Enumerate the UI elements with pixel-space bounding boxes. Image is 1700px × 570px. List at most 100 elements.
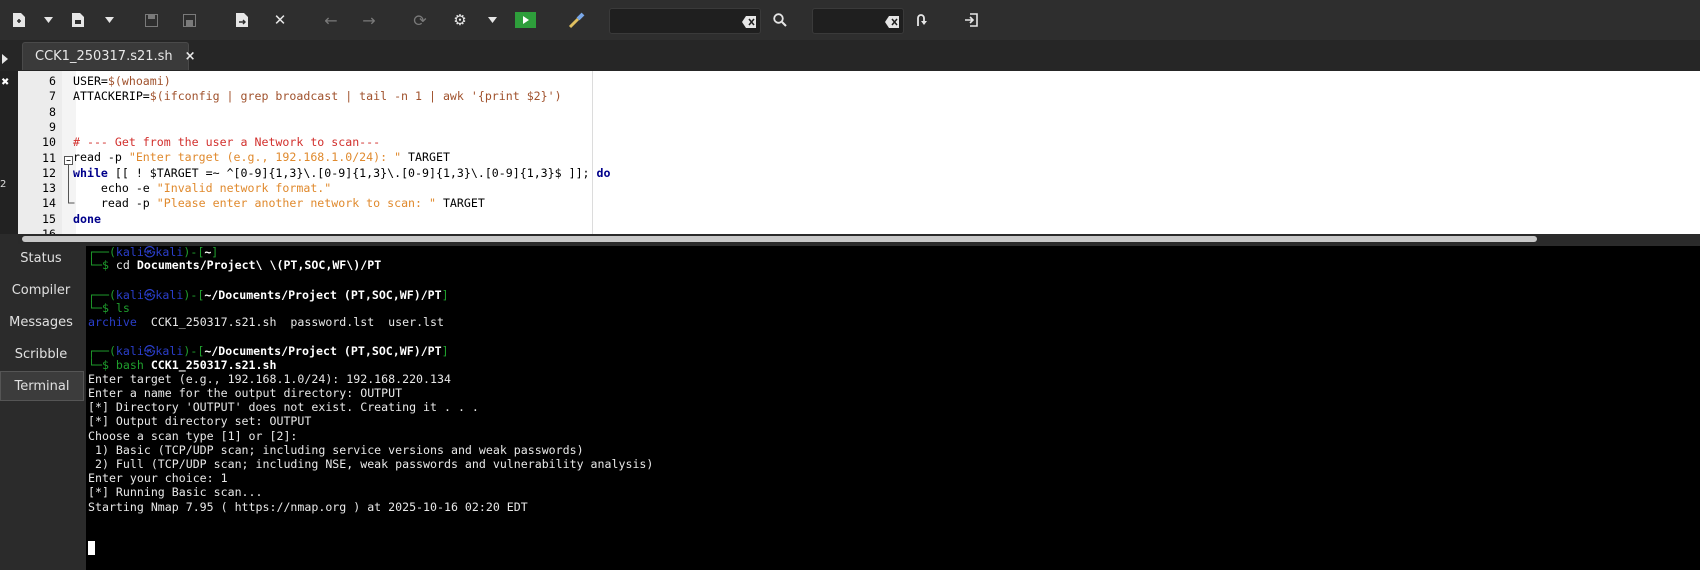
terminal-text: Starting Nmap 7.95 ( https://nmap.org ) … [88,499,528,514]
terminal-text: ls [115,300,130,315]
line-number: 12 [42,165,56,180]
terminal-line: 2) Full (TCP/UDP scan; including NSE, we… [88,457,653,471]
code-token: while [73,165,108,180]
code-token: "Enter target (e.g., 192.168.1.0/24): " [128,150,402,165]
reload-icon[interactable] [233,9,251,31]
toolbar: ✕ ← → ⟳ ⚙ [0,0,1700,41]
search-field[interactable] [609,8,761,34]
code-token: USER= [73,74,108,88]
forward-icon[interactable]: → [360,9,378,31]
refresh-icon[interactable]: ⟳ [411,9,429,31]
terminal-text: kali㉿kali [115,246,184,259]
tab-close-icon[interactable]: × [185,49,196,64]
tab-messages[interactable]: Messages [0,308,82,336]
search-input[interactable] [616,11,730,31]
code-line[interactable] [73,227,610,234]
terminal-text: └─$ [88,357,116,372]
terminal-text: ┌──( [88,344,116,359]
terminal-line: [*] Directory 'OUTPUT' does not exist. C… [88,400,479,414]
code-line[interactable] [73,120,610,135]
tab-label: CCK1_250317.s21.sh [35,49,173,64]
terminal-cursor [88,541,95,555]
code-token: # --- Get from the user a Network to sca… [73,135,381,150]
terminal-line: [*] Running Basic scan... [88,485,263,499]
gear-icon[interactable]: ⚙ [451,9,469,31]
terminal-line: └─$ bash CCK1_250317.s21.sh [88,358,276,372]
terminal-line: Enter target (e.g., 192.168.1.0/24): 192… [88,372,451,386]
code-token: do [596,165,611,180]
code-line[interactable]: # --- Get from the user a Network to sca… [73,135,610,150]
terminal-text: ] [211,246,219,259]
line-number: 9 [49,119,56,134]
code-line[interactable]: while [[ ! $TARGET =~ ^[0-9]{1,3}\.[0-9]… [73,166,610,181]
tab-file[interactable]: CCK1_250317.s21.sh × [22,42,196,70]
run-icon[interactable] [515,9,536,31]
sidebar-toggle-icon[interactable] [2,49,8,68]
terminal-text: kali㉿kali [115,344,184,359]
close-panel-icon[interactable]: ✖ [1,77,9,88]
open-file-icon[interactable] [69,9,87,31]
code-line[interactable] [73,105,610,120]
terminal-text: ~/Documents/Project (PT,SOC,WF)/PT [204,344,442,359]
code-line[interactable]: echo -e "Invalid network format." [73,181,610,196]
line-number: 14 [42,196,56,211]
line-number: 7 [49,89,56,104]
terminal-line: 1) Basic (TCP/UDP scan; including servic… [88,443,584,457]
clear-goto-icon[interactable] [885,13,899,32]
close-icon[interactable]: ✕ [272,9,288,31]
terminal-text: kali㉿kali [115,287,184,302]
jump-icon[interactable] [912,9,930,31]
terminal-text: └─$ [88,258,116,273]
terminal-text: 2) Full (TCP/UDP scan; including NSE, we… [88,457,654,471]
code-token: "Please enter another network to scan: " [156,196,436,211]
code-token: $(whoami) [107,74,171,88]
terminal-line: Choose a scan type [1] or [2]: [88,429,297,443]
terminal-text: Enter your choice: 1 [88,471,228,486]
tab-terminal[interactable]: Terminal [0,371,84,401]
message-window-tabs: Status Compiler Messages Scribble Termin… [0,244,84,570]
dropdown-arrow-icon[interactable] [486,9,498,31]
terminal-text: )-[ [183,344,205,359]
goto-line-input[interactable] [819,11,873,31]
terminal-text: ┌──( [88,246,116,259]
terminal-line: [*] Output directory set: OUTPUT [88,414,311,428]
dropdown-arrow-icon[interactable] [42,9,54,31]
new-file-icon[interactable] [10,9,28,31]
terminal-text: Enter a name for the output directory: O… [88,386,403,400]
clear-search-icon[interactable] [742,13,756,32]
code-token: echo -e [73,181,157,196]
left-panel-edge: ✖ 2 [0,71,18,234]
save-all-icon[interactable] [181,9,197,31]
horizontal-scrollbar[interactable] [18,234,1700,244]
terminal-line: Enter a name for the output directory: O… [88,386,402,400]
terminal-text: [*] Output directory set: OUTPUT [88,414,312,429]
exit-icon[interactable] [962,9,980,31]
save-icon[interactable] [143,9,159,31]
terminal-text: bash [115,357,151,372]
code-line[interactable]: USER=$(whoami) [73,74,610,89]
code-line[interactable]: read -p "Enter target (e.g., 192.168.1.0… [73,150,610,165]
terminal-text: cd [115,258,137,273]
code-line[interactable]: read -p "Please enter another network to… [73,196,610,211]
code-editor[interactable]: 6 7 8 9 10 11 12 13 14 15 16 USER=$(whoami) ATTACKE… [18,71,1700,234]
dropdown-arrow-icon[interactable] [103,9,115,31]
terminal-text: Choose a scan type [1] or [2]: [88,428,298,443]
goto-line-field[interactable] [812,8,904,34]
color-picker-icon[interactable] [567,9,587,31]
code-line[interactable]: ATTACKERIP=$(ifconfig | grep broadcast |… [73,89,610,104]
tab-scribble[interactable]: Scribble [0,340,82,368]
code-text[interactable]: USER=$(whoami) ATTACKERIP=$(ifconfig | gr… [73,74,610,234]
code-token: "Invalid network format." [156,181,332,196]
scrollbar-thumb[interactable] [22,236,1537,242]
terminal[interactable]: ┌──(kali㉿kali)-[~] └─$ cd Documents/Proje… [86,246,1700,570]
terminal-line: └─$ ls [88,301,130,315]
back-icon[interactable]: ← [322,9,340,31]
search-icon[interactable] [771,9,789,31]
code-line[interactable]: done [73,212,610,227]
tab-compiler[interactable]: Compiler [0,276,82,304]
terminal-text: [*] Running Basic scan... [88,485,263,500]
tab-status[interactable]: Status [0,244,82,272]
line-number: 11 [42,150,56,165]
terminal-text: ┌──( [88,287,116,302]
code-token: ATTACKERIP= [73,89,150,104]
